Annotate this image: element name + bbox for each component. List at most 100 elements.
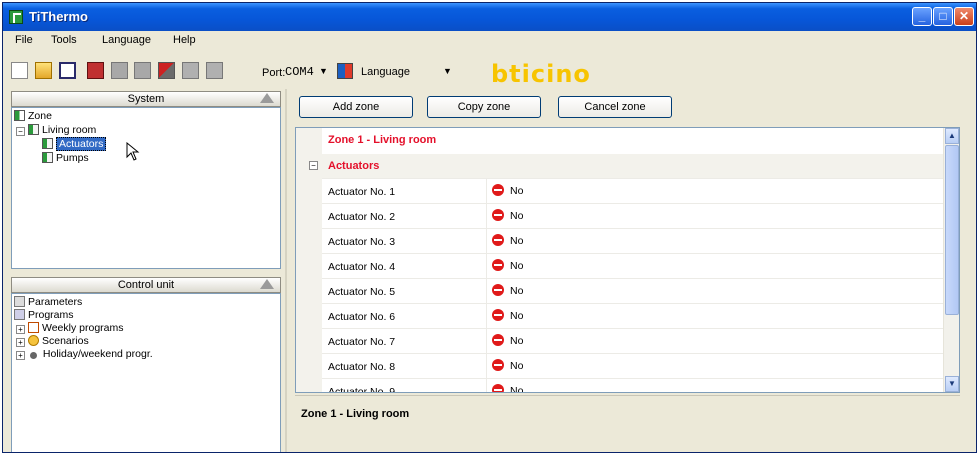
no-entry-icon (492, 359, 504, 371)
expand-node-icon[interactable]: + (16, 351, 25, 360)
actuator-name-cell: Actuator No. 1 (328, 186, 396, 198)
scroll-up-icon[interactable]: ▲ (945, 128, 959, 144)
programs-icon (14, 309, 25, 320)
actuator-status-cell[interactable]: No (492, 184, 523, 197)
cell-divider (486, 229, 487, 254)
table-row[interactable]: Actuator No. 6 No (322, 303, 952, 329)
open-folder-icon[interactable] (35, 62, 52, 79)
table-row[interactable]: Actuator No. 9 No (322, 378, 952, 393)
tree-item-parameters[interactable]: Parameters (14, 296, 82, 309)
table-row[interactable]: Actuator No. 5 No (322, 278, 952, 304)
actuator-status-cell[interactable]: No (492, 284, 523, 297)
status-value: No (510, 285, 524, 297)
collapse-node-icon[interactable]: − (16, 127, 25, 136)
port-dropdown-icon[interactable]: ▼ (319, 66, 328, 76)
status-value: No (510, 210, 524, 222)
menu-language[interactable]: Language (102, 34, 151, 46)
save-icon[interactable] (59, 62, 76, 79)
cell-divider (486, 304, 487, 329)
menu-tools[interactable]: Tools (51, 34, 77, 46)
tree-item-actuators[interactable]: Actuators (42, 137, 107, 151)
menu-bar: File Tools Language Help (3, 31, 976, 51)
collapse-icon[interactable] (260, 279, 274, 289)
close-button[interactable]: ✕ (954, 7, 974, 26)
actuator-status-cell[interactable]: No (492, 209, 523, 222)
new-file-icon[interactable] (11, 62, 28, 79)
receive-icon[interactable] (111, 62, 128, 79)
table-row[interactable]: Actuator No. 4 No (322, 253, 952, 279)
port-label: Port: (262, 67, 286, 79)
menu-file[interactable]: File (15, 34, 33, 46)
actuator-name-cell: Actuator No. 5 (328, 286, 396, 298)
holiday-icon (30, 352, 37, 359)
tree-item-programs[interactable]: Programs (14, 309, 74, 322)
cancel-zone-button[interactable]: Cancel zone (558, 96, 672, 118)
table-row[interactable]: Actuator No. 3 No (322, 228, 952, 254)
minimize-button[interactable]: _ (912, 7, 932, 26)
tree-item-holiday[interactable]: + Holiday/weekend progr. (16, 348, 153, 361)
send-icon[interactable] (134, 62, 151, 79)
window-title: TiThermo (29, 9, 88, 24)
actuator-status-cell[interactable]: No (492, 259, 523, 272)
status-value: No (510, 260, 524, 272)
zone-icon (14, 110, 25, 121)
no-entry-icon (492, 384, 504, 392)
cell-divider (486, 379, 487, 392)
status-value: No (510, 385, 524, 393)
delete-icon[interactable] (87, 62, 104, 79)
collapse-section-icon[interactable]: − (309, 161, 318, 170)
tree-item-living-room[interactable]: − Living room (16, 124, 96, 137)
actuator-name-cell: Actuator No. 9 (328, 386, 396, 393)
bticino-logo: bticino (491, 60, 591, 88)
expand-node-icon[interactable]: + (16, 325, 25, 334)
scroll-thumb[interactable] (945, 145, 959, 315)
tree-item-weekly-programs[interactable]: + Weekly programs (16, 322, 124, 335)
no-entry-icon (492, 234, 504, 246)
grid-zone-title: Zone 1 - Living room (328, 134, 437, 146)
collapse-icon[interactable] (260, 93, 274, 103)
no-entry-icon (492, 334, 504, 346)
actuator-status-cell[interactable]: No (492, 309, 523, 322)
expand-node-icon[interactable]: + (16, 338, 25, 347)
add-zone-button[interactable]: Add zone (299, 96, 413, 118)
cell-divider (486, 279, 487, 304)
status-value: No (510, 310, 524, 322)
actuator-status-cell[interactable]: No (492, 234, 523, 247)
settings-icon[interactable] (206, 62, 223, 79)
table-row[interactable]: Actuator No. 8 No (322, 353, 952, 379)
maximize-button[interactable]: □ (933, 7, 953, 26)
actuator-status-cell[interactable]: No (492, 384, 524, 393)
actuators-section-header[interactable]: − Actuators (296, 154, 952, 178)
tree-item-pumps[interactable]: Pumps (42, 152, 89, 165)
menu-help[interactable]: Help (173, 34, 196, 46)
language-select[interactable]: Language (361, 66, 410, 78)
tools-icon[interactable] (158, 62, 175, 79)
table-row[interactable]: Actuator No. 2 No (322, 203, 952, 229)
control-unit-panel-header[interactable]: Control unit (11, 277, 281, 293)
system-panel-header[interactable]: System (11, 91, 281, 107)
status-value: No (510, 235, 524, 247)
no-entry-icon (492, 284, 504, 296)
tree-item-scenarios[interactable]: + Scenarios (16, 335, 89, 348)
tree-item-zone[interactable]: Zone (14, 110, 52, 123)
scroll-down-icon[interactable]: ▼ (945, 376, 959, 392)
copy-zone-button[interactable]: Copy zone (427, 96, 541, 118)
table-row[interactable]: Actuator No. 7 No (322, 328, 952, 354)
no-entry-icon (492, 209, 504, 221)
scenario-icon (28, 335, 39, 346)
status-value: No (510, 185, 524, 197)
port-select[interactable]: COM4 (285, 65, 314, 79)
language-dropdown-icon[interactable]: ▼ (443, 66, 452, 76)
pump-icon (42, 152, 53, 163)
cell-divider (486, 254, 487, 279)
vertical-scrollbar[interactable]: ▲ ▼ (943, 128, 959, 392)
actuator-status-cell[interactable]: No (492, 334, 523, 347)
actuator-status-cell[interactable]: No (492, 359, 523, 372)
property-grid: Zone 1 - Living room − Actuators Actuato… (295, 127, 960, 393)
actuator-name-cell: Actuator No. 8 (328, 361, 396, 373)
left-pane: System Zone − Living room Actuators Pumps… (3, 89, 285, 452)
language-flag-icon (337, 63, 353, 79)
report-icon[interactable] (182, 62, 199, 79)
system-tree: Zone − Living room Actuators Pumps (11, 107, 281, 269)
table-row[interactable]: Actuator No. 1 No (322, 178, 952, 204)
